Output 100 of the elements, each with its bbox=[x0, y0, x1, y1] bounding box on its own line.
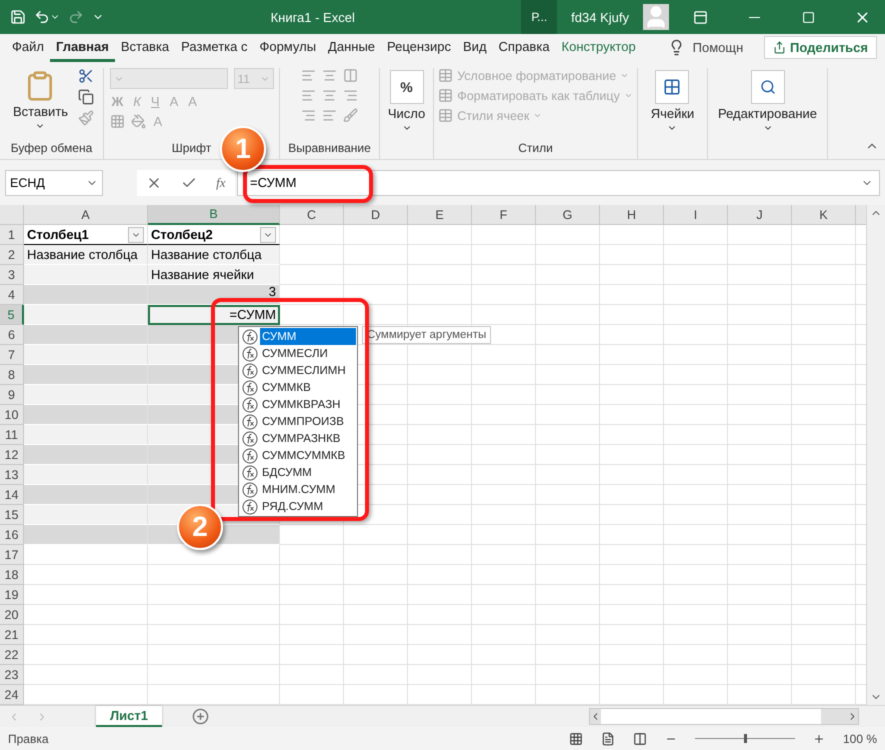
ribbon-tab[interactable]: Разметка с bbox=[175, 39, 254, 62]
column-header[interactable]: K bbox=[792, 205, 856, 225]
sheet-tab[interactable]: Лист1 bbox=[96, 706, 162, 727]
add-sheet-button[interactable] bbox=[192, 706, 209, 727]
scissors-icon[interactable] bbox=[78, 68, 94, 84]
function-suggestion[interactable]: СУММКВРАЗН bbox=[260, 396, 356, 413]
grid-cell bbox=[408, 585, 472, 605]
editing-button[interactable]: Редактирование bbox=[714, 68, 822, 135]
grid-cell bbox=[280, 545, 344, 565]
row-header[interactable]: 2 bbox=[0, 245, 24, 265]
redo-icon[interactable] bbox=[68, 9, 84, 25]
grid-cell bbox=[472, 405, 536, 425]
grid-cell bbox=[600, 645, 664, 665]
zoom-in-icon[interactable] bbox=[812, 732, 825, 744]
row-header[interactable]: 12 bbox=[0, 445, 24, 465]
filter-button[interactable] bbox=[128, 226, 144, 242]
ribbon-tab[interactable]: Конструктор bbox=[556, 39, 642, 62]
function-suggestion[interactable]: СУММ bbox=[260, 328, 356, 345]
share-button[interactable]: Поделиться bbox=[764, 36, 877, 59]
row-header[interactable]: 19 bbox=[0, 585, 24, 605]
row-header[interactable]: 9 bbox=[0, 385, 24, 405]
row-header[interactable]: 13 bbox=[0, 465, 24, 485]
ribbon-tab[interactable]: Вид bbox=[457, 39, 493, 62]
function-suggestion[interactable]: СУММСУММКВ bbox=[260, 447, 356, 464]
grid-cell bbox=[600, 245, 664, 265]
column-header[interactable]: G bbox=[536, 205, 600, 225]
row-header[interactable]: 5 bbox=[0, 305, 24, 325]
column-header[interactable]: C bbox=[280, 205, 344, 225]
row-header[interactable]: 11 bbox=[0, 425, 24, 445]
row-header[interactable]: 16 bbox=[0, 525, 24, 545]
row-header[interactable]: 24 bbox=[0, 685, 24, 705]
insert-function-button[interactable]: fx bbox=[216, 174, 226, 190]
column-header[interactable]: E bbox=[408, 205, 472, 225]
row-header[interactable]: 14 bbox=[0, 485, 24, 505]
ribbon-tab[interactable]: Данные bbox=[322, 39, 382, 62]
filter-button[interactable] bbox=[260, 226, 276, 242]
formula-field[interactable]: =СУММ bbox=[237, 170, 880, 196]
column-header[interactable]: D bbox=[344, 205, 408, 225]
ribbon-mode-button[interactable]: Р... bbox=[521, 0, 558, 34]
function-suggestion[interactable]: СУММЕСЛИМН bbox=[260, 362, 356, 379]
page-layout-icon[interactable] bbox=[600, 732, 615, 746]
row-header[interactable]: 7 bbox=[0, 345, 24, 365]
zoom-slider[interactable] bbox=[694, 734, 795, 743]
grid-cell bbox=[792, 665, 856, 685]
normal-view-icon[interactable] bbox=[568, 732, 583, 746]
function-suggestion[interactable]: СУММРАЗНКВ bbox=[260, 430, 356, 447]
column-header[interactable]: B bbox=[148, 205, 280, 225]
brush-icon[interactable] bbox=[78, 110, 94, 126]
name-box[interactable]: ЕСНД bbox=[5, 170, 103, 196]
function-suggestion[interactable]: СУММКВ bbox=[260, 379, 356, 396]
row-header[interactable]: 22 bbox=[0, 645, 24, 665]
tell-me-field[interactable]: Помощн bbox=[692, 40, 744, 55]
undo-icon[interactable] bbox=[34, 9, 50, 25]
row-header[interactable]: 3 bbox=[0, 265, 24, 285]
row-header[interactable]: 10 bbox=[0, 405, 24, 425]
grid-cell bbox=[472, 365, 536, 385]
grid-cell bbox=[792, 305, 856, 325]
function-suggestion[interactable]: СУММПРОИЗВ bbox=[260, 413, 356, 430]
paste-button[interactable]: Вставить bbox=[8, 68, 72, 133]
row-header[interactable]: 17 bbox=[0, 545, 24, 565]
horizontal-scrollbar[interactable] bbox=[589, 708, 859, 725]
group-label: Буфер обмена bbox=[10, 141, 92, 157]
row-header[interactable]: 4 bbox=[0, 285, 24, 305]
column-header[interactable]: J bbox=[728, 205, 792, 225]
cell-text: Столбец2 bbox=[151, 227, 213, 242]
grid-cell bbox=[536, 625, 600, 645]
function-suggestion[interactable]: СУММЕСЛИ bbox=[260, 345, 356, 362]
ribbon-tab[interactable]: Формулы bbox=[253, 39, 322, 62]
row-header[interactable]: 8 bbox=[0, 365, 24, 385]
row-header[interactable]: 21 bbox=[0, 625, 24, 645]
function-suggestion[interactable]: РЯД.СУММ bbox=[260, 498, 356, 515]
grid-cell bbox=[600, 225, 664, 245]
cell-text: Столбец1 bbox=[27, 227, 89, 242]
page-break-icon[interactable] bbox=[632, 732, 647, 746]
row-header[interactable]: 15 bbox=[0, 505, 24, 525]
row-header[interactable]: 23 bbox=[0, 665, 24, 685]
column-header[interactable]: I bbox=[664, 205, 728, 225]
copy-icon[interactable] bbox=[78, 89, 94, 105]
column-header[interactable]: F bbox=[472, 205, 536, 225]
function-suggestion[interactable]: МНИМ.СУММ bbox=[260, 481, 356, 498]
ribbon-tab[interactable]: Вставка bbox=[114, 39, 176, 62]
row-header[interactable]: 6 bbox=[0, 325, 24, 345]
grid-cell bbox=[472, 265, 536, 285]
cells-button[interactable]: Ячейки bbox=[646, 68, 698, 135]
ribbon-tab[interactable]: Справка bbox=[492, 39, 556, 62]
share-icon bbox=[772, 41, 786, 54]
grid-cell bbox=[664, 585, 728, 605]
grid-cell bbox=[280, 605, 344, 625]
ribbon-tab[interactable]: Рецензирс bbox=[381, 39, 458, 62]
number-button[interactable]: % Число bbox=[384, 68, 430, 135]
row-header[interactable]: 1 bbox=[0, 225, 24, 245]
zoom-thumb[interactable] bbox=[744, 734, 747, 743]
column-header[interactable]: H bbox=[600, 205, 664, 225]
row-header[interactable]: 20 bbox=[0, 605, 24, 625]
function-suggestion[interactable]: БДСУММ bbox=[260, 464, 356, 481]
save-icon[interactable] bbox=[10, 9, 26, 25]
grid-cell bbox=[600, 545, 664, 565]
row-header[interactable]: 18 bbox=[0, 565, 24, 585]
column-header[interactable]: A bbox=[24, 205, 148, 225]
ribbon-tab[interactable]: Файл bbox=[6, 39, 50, 62]
